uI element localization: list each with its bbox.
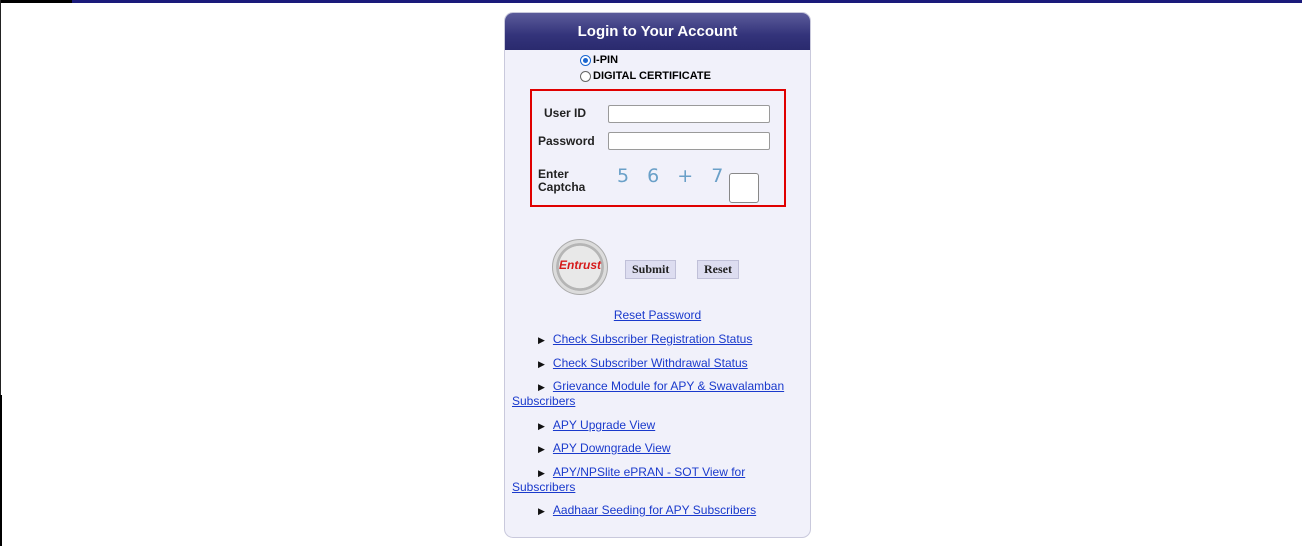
arrow-icon: ▶ — [538, 468, 545, 478]
captcha-input[interactable] — [729, 173, 759, 203]
top-border — [0, 0, 1302, 3]
submit-button[interactable]: Submit — [625, 260, 677, 279]
reset-password-link[interactable]: Reset Password — [505, 308, 810, 322]
login-title: Login to Your Account — [505, 13, 810, 50]
left-border-tick — [0, 395, 2, 546]
captcha-label-line1: Enter — [538, 167, 569, 181]
password-label: Password — [538, 134, 595, 148]
arrow-icon: ▶ — [538, 359, 545, 369]
seal-text: Entrust — [559, 258, 601, 272]
link-epran-sot-view[interactable]: ▶ APY/NPSlite ePRAN - SOT View for Subscr… — [512, 465, 792, 494]
radio-digital-certificate-indicator[interactable] — [580, 70, 591, 82]
radio-ipin[interactable]: I-PIN — [580, 54, 618, 66]
captcha-label-line2: Captcha — [538, 180, 586, 194]
link-grievance-module[interactable]: ▶ Grievance Module for APY & Swavalamban … — [512, 379, 792, 408]
password-input[interactable] — [608, 132, 770, 150]
top-border-dark — [0, 0, 72, 3]
link-withdrawal-status[interactable]: ▶ Check Subscriber Withdrawal Status — [512, 356, 792, 371]
user-id-input[interactable] — [608, 105, 770, 123]
arrow-icon: ▶ — [538, 421, 545, 431]
radio-digital-certificate[interactable]: DIGITAL CERTIFICATE — [580, 70, 711, 82]
reset-button[interactable]: Reset — [697, 260, 739, 279]
credentials-highlight: User ID Password Enter Captcha 5 6 + 7 = — [530, 89, 786, 207]
entrust-seal-icon: Entrust — [552, 239, 608, 295]
radio-digital-certificate-label: DIGITAL CERTIFICATE — [593, 70, 711, 82]
login-panel: Login to Your Account I-PIN DIGITAL CERT… — [504, 12, 811, 538]
radio-ipin-label: I-PIN — [593, 54, 619, 66]
radio-ipin-indicator[interactable] — [580, 54, 591, 66]
arrow-icon: ▶ — [538, 382, 545, 392]
arrow-icon: ▶ — [538, 444, 545, 454]
arrow-icon: ▶ — [538, 506, 545, 516]
arrow-icon: ▶ — [538, 335, 545, 345]
user-id-label: User ID — [544, 106, 587, 120]
link-aadhaar-seeding[interactable]: ▶ Aadhaar Seeding for APY Subscribers — [512, 503, 792, 518]
link-registration-status[interactable]: ▶ Check Subscriber Registration Status — [512, 332, 792, 347]
link-apy-downgrade[interactable]: ▶ APY Downgrade View — [512, 441, 792, 456]
link-apy-upgrade[interactable]: ▶ APY Upgrade View — [512, 418, 792, 433]
